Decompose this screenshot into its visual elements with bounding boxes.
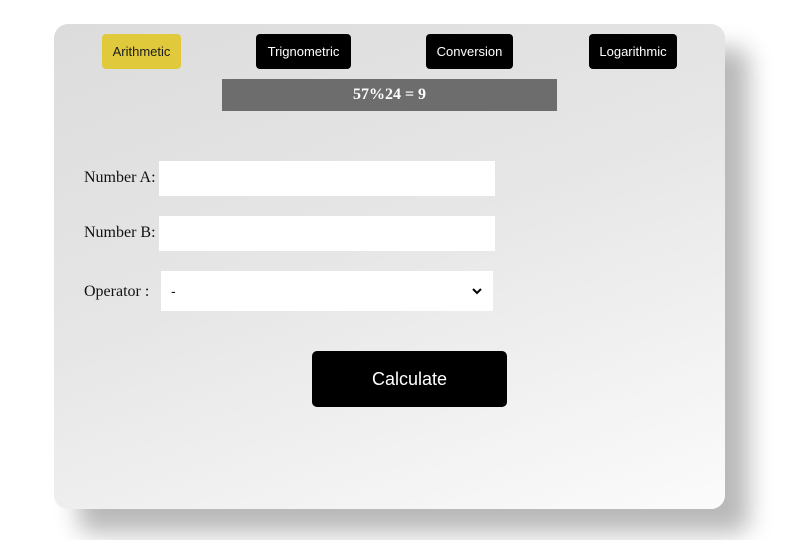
number-b-input[interactable] <box>159 216 495 251</box>
chevron-down-icon <box>472 288 482 295</box>
tab-arithmetic[interactable]: Arithmetic <box>102 34 181 69</box>
operator-selected-value: - <box>171 283 176 299</box>
operator-label: Operator : <box>84 283 150 300</box>
result-display: 57%24 = 9 <box>222 79 557 111</box>
number-b-label: Number B: <box>84 224 156 241</box>
number-a-input[interactable] <box>159 161 495 196</box>
tab-conversion[interactable]: Conversion <box>426 34 513 69</box>
number-a-label: Number A: <box>84 169 156 186</box>
tab-trignometric[interactable]: Trignometric <box>256 34 351 69</box>
calculator-card: Arithmetic Trignometric Conversion Logar… <box>54 24 725 509</box>
calculate-button[interactable]: Calculate <box>312 351 507 407</box>
operator-select[interactable]: - <box>161 271 493 311</box>
tab-logarithmic[interactable]: Logarithmic <box>589 34 677 69</box>
